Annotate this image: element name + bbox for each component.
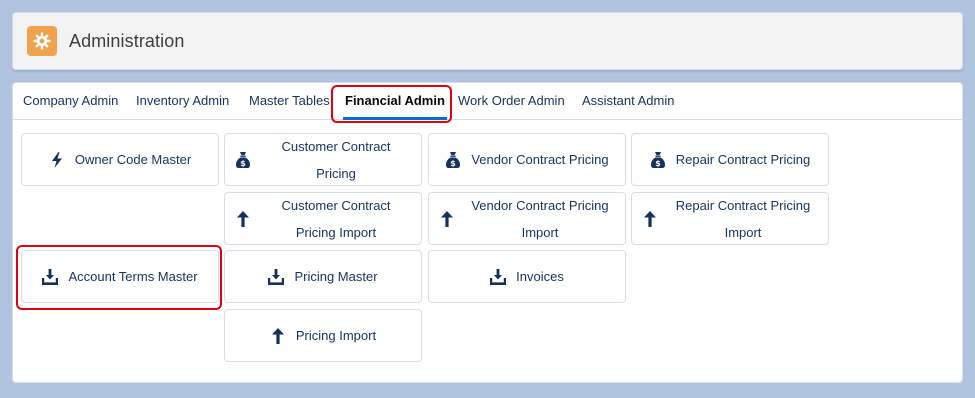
tab-company-admin[interactable]: Company Admin (23, 83, 118, 120)
download-tray-icon (268, 268, 285, 285)
tab-financial-admin[interactable]: Financial Admin (343, 83, 447, 120)
tile-label: Pricing Import (295, 328, 377, 343)
tile-label: Customer Contract Pricing (281, 138, 391, 181)
arrow-up-icon (235, 210, 251, 227)
tile-owner-code-master[interactable]: Owner Code Master (21, 133, 219, 186)
tile-label: Vendor Contract Pricing Import (471, 197, 609, 240)
tab-work-order-admin[interactable]: Work Order Admin (458, 83, 565, 120)
tab-assistant-admin[interactable]: Assistant Admin (582, 83, 675, 120)
tile-vendor-contract-pricing-import[interactable]: Vendor Contract Pricing Import (428, 192, 626, 245)
tile-pricing-master[interactable]: Pricing Master (224, 250, 422, 303)
tile-account-terms-master[interactable]: Account Terms Master (21, 250, 219, 303)
tile-label: Vendor Contract Pricing (471, 152, 609, 167)
tile-pricing-import[interactable]: Pricing Import (224, 309, 422, 362)
tile-customer-contract-pricing[interactable]: $ Customer Contract Pricing (224, 133, 422, 186)
tile-label: Repair Contract Pricing (675, 152, 811, 167)
page-title: Administration (69, 30, 185, 51)
lightning-icon (49, 151, 65, 168)
money-bag-icon: $ (235, 151, 251, 168)
svg-text:$: $ (240, 159, 246, 168)
arrow-up-icon (270, 327, 286, 344)
arrow-up-icon (439, 210, 455, 227)
arrow-up-icon (642, 210, 658, 227)
tab-inventory-admin[interactable]: Inventory Admin (136, 83, 229, 120)
svg-text:$: $ (451, 159, 457, 168)
tab-bar: Company Admin Inventory Admin Master Tab… (13, 83, 962, 120)
tile-label: Account Terms Master (68, 269, 198, 284)
svg-text:$: $ (655, 159, 661, 168)
tab-master-tables[interactable]: Master Tables (249, 83, 330, 120)
download-tray-icon (490, 268, 507, 285)
tile-label: Invoices (516, 269, 564, 284)
money-bag-icon: $ (650, 151, 666, 168)
money-bag-icon: $ (445, 151, 461, 168)
tile-customer-contract-pricing-import[interactable]: Customer Contract Pricing Import (224, 192, 422, 245)
tile-label: Repair Contract Pricing Import (675, 197, 811, 240)
tile-vendor-contract-pricing[interactable]: $ Vendor Contract Pricing (428, 133, 626, 186)
tile-label: Owner Code Master (74, 152, 192, 167)
gear-icon (27, 26, 57, 56)
download-tray-icon (42, 268, 59, 285)
page-header: Administration (12, 12, 963, 70)
tile-repair-contract-pricing-import[interactable]: Repair Contract Pricing Import (631, 192, 829, 245)
tile-label: Customer Contract Pricing Import (281, 197, 391, 240)
tile-label: Pricing Master (294, 269, 378, 284)
tile-repair-contract-pricing[interactable]: $ Repair Contract Pricing (631, 133, 829, 186)
tile-invoices[interactable]: Invoices (428, 250, 626, 303)
